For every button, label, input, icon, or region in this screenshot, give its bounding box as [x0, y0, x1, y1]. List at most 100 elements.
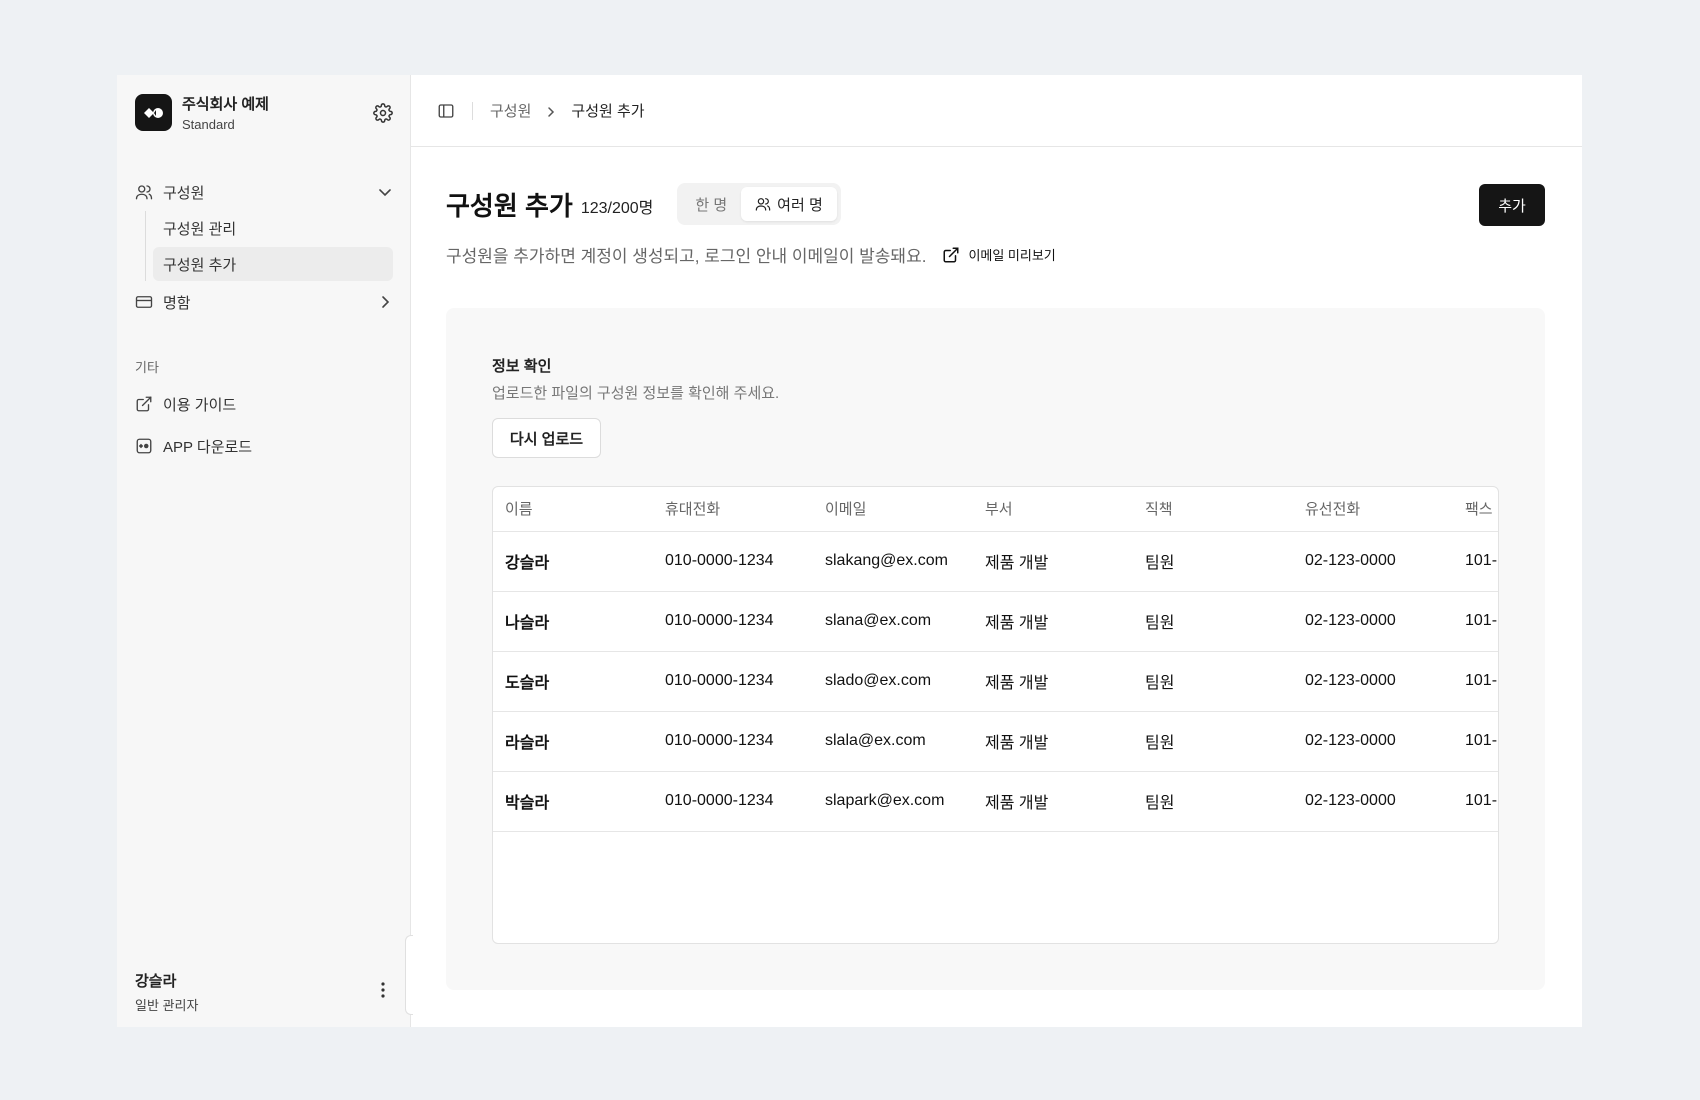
chevron-down-icon[interactable] [377, 184, 393, 200]
cell-fax: 101- [1453, 771, 1498, 832]
cell-department: 제품 개발 [973, 711, 1133, 772]
kebab-icon[interactable] [373, 980, 393, 1000]
table-row: 라슬라 010-0000-1234 slala@ex.com 제품 개발 팀원 … [493, 711, 1498, 772]
member-count: 123/200명 [580, 200, 654, 217]
cell-email: slana@ex.com [813, 591, 973, 652]
sidebar-extra-nav: 이용 가이드 APP 다운로드 [135, 383, 393, 467]
cell-department: 제품 개발 [973, 771, 1133, 832]
cell-email: slakang@ex.com [813, 531, 973, 592]
sidebar-item-member-management[interactable]: 구성원 관리 [153, 211, 393, 245]
sidebar-item-app-download[interactable]: APP 다운로드 [135, 425, 393, 467]
add-multiple-tab[interactable]: 여러 명 [741, 187, 837, 221]
cell-landline: 02-123-0000 [1293, 651, 1453, 712]
cell-name: 도슬라 [493, 651, 653, 712]
page-title: 구성원 추가 [446, 190, 573, 221]
column-header-mobile: 휴대전화 [653, 487, 813, 532]
topbar: 구성원 구성원 추가 [411, 75, 1582, 147]
cell-fax: 101- [1453, 531, 1498, 592]
table-row: 도슬라 010-0000-1234 slado@ex.com 제품 개발 팀원 … [493, 651, 1498, 712]
cell-position: 팀원 [1133, 591, 1293, 652]
sidebar-item-label: 명함 [163, 294, 191, 312]
cell-department: 제품 개발 [973, 531, 1133, 592]
divider [472, 101, 473, 120]
column-header-department: 부서 [973, 487, 1133, 532]
cell-mobile: 010-0000-1234 [653, 771, 813, 832]
cell-landline: 02-123-0000 [1293, 531, 1453, 592]
sidebar-item-label: APP 다운로드 [163, 438, 253, 456]
users-icon [755, 196, 771, 212]
external-link-icon [135, 395, 153, 413]
cell-name: 나슬라 [493, 591, 653, 652]
cell-position: 팀원 [1133, 711, 1293, 772]
main-content: 구성원 구성원 추가 구성원 추가 123/200명 한 명 여러 명 추가 구… [411, 75, 1582, 1027]
sidebar-item-member-add[interactable]: 구성원 추가 [153, 247, 393, 281]
breadcrumb-current: 구성원 추가 [571, 103, 645, 120]
sidebar-item-business-cards[interactable]: 명함 [135, 285, 393, 319]
brand[interactable]: 주식회사 예제 Standard [135, 93, 269, 132]
email-preview-link[interactable]: 이메일 미리보기 [942, 245, 1056, 264]
cell-position: 팀원 [1133, 771, 1293, 832]
chevron-right-icon[interactable] [377, 294, 393, 310]
member-table[interactable]: 이름 휴대전화 이메일 부서 직책 유선전화 팩스 강슬라 010-0000-1 [492, 486, 1499, 944]
chevron-right-icon [545, 105, 557, 117]
add-single-tab[interactable]: 한 명 [681, 187, 741, 221]
cell-name: 라슬라 [493, 711, 653, 772]
cell-email: slado@ex.com [813, 651, 973, 712]
cell-mobile: 010-0000-1234 [653, 651, 813, 712]
cell-mobile: 010-0000-1234 [653, 711, 813, 772]
sidebar-nav: 구성원 구성원 관리 구성원 추가 명함 [135, 175, 393, 319]
page-header: 구성원 추가 123/200명 한 명 여러 명 [446, 183, 841, 225]
gear-icon[interactable] [373, 103, 393, 123]
cell-fax: 101- [1453, 651, 1498, 712]
add-multiple-label: 여러 명 [777, 196, 823, 214]
card-icon [135, 293, 153, 311]
column-header-name: 이름 [493, 487, 653, 532]
info-check-panel: 정보 확인 업로드한 파일의 구성원 정보를 확인해 주세요. 다시 업로드 이… [446, 308, 1545, 990]
section-label-etc: 기타 [135, 360, 159, 375]
user-role: 일반 관리자 [135, 998, 199, 1013]
sidebar-item-members[interactable]: 구성원 [135, 175, 393, 209]
brand-text: 주식회사 예제 Standard [182, 93, 269, 132]
cell-email: slapark@ex.com [813, 771, 973, 832]
panel-title: 정보 확인 [492, 358, 552, 375]
email-preview-label: 이메일 미리보기 [968, 248, 1056, 263]
plan-name: Standard [182, 117, 235, 132]
add-mode-toggle: 한 명 여러 명 [677, 183, 841, 225]
sidebar-item-guide[interactable]: 이용 가이드 [135, 383, 393, 425]
table-row: 나슬라 010-0000-1234 slana@ex.com 제품 개발 팀원 … [493, 591, 1498, 652]
column-header-fax: 팩스 [1453, 487, 1498, 532]
cell-position: 팀원 [1133, 531, 1293, 592]
cell-email: slala@ex.com [813, 711, 973, 772]
column-header-landline: 유선전화 [1293, 487, 1453, 532]
description-row: 구성원을 추가하면 계정이 생성되고, 로그인 안내 이메일이 발송돼요. 이메… [446, 242, 1056, 267]
company-logo [135, 94, 172, 131]
panel-description: 업로드한 파일의 구성원 정보를 확인해 주세요. [492, 385, 780, 402]
cell-mobile: 010-0000-1234 [653, 531, 813, 592]
breadcrumb-parent[interactable]: 구성원 [490, 100, 531, 121]
app-icon [135, 437, 153, 455]
table-row: 강슬라 010-0000-1234 slakang@ex.com 제품 개발 팀… [493, 531, 1498, 592]
column-header-position: 직책 [1133, 487, 1293, 532]
table-row: 박슬라 010-0000-1234 slapark@ex.com 제품 개발 팀… [493, 771, 1498, 832]
sidebar: 주식회사 예제 Standard 구성원 구성원 관리 구성원 추가 명함 기타… [117, 75, 413, 1027]
cell-fax: 101- [1453, 591, 1498, 652]
members-subnav: 구성원 관리 구성원 추가 [145, 211, 393, 281]
company-name: 주식회사 예제 [182, 96, 269, 113]
page-description: 구성원을 추가하면 계정이 생성되고, 로그인 안내 이메일이 발송돼요. [446, 247, 927, 266]
sidebar-toggle-icon[interactable] [437, 102, 455, 120]
cell-department: 제품 개발 [973, 591, 1133, 652]
user-profile: 강슬라 일반 관리자 [135, 970, 198, 1014]
add-button[interactable]: 추가 [1479, 184, 1545, 226]
users-icon [135, 183, 153, 201]
reupload-button[interactable]: 다시 업로드 [492, 418, 601, 458]
external-link-icon [942, 246, 960, 264]
cell-mobile: 010-0000-1234 [653, 591, 813, 652]
cell-fax: 101- [1453, 711, 1498, 772]
column-header-email: 이메일 [813, 487, 973, 532]
cell-name: 강슬라 [493, 531, 653, 592]
cell-landline: 02-123-0000 [1293, 711, 1453, 772]
cell-name: 박슬라 [493, 771, 653, 832]
sidebar-item-label: 이용 가이드 [163, 396, 237, 414]
cell-landline: 02-123-0000 [1293, 591, 1453, 652]
logo-mark-icon [143, 107, 163, 118]
